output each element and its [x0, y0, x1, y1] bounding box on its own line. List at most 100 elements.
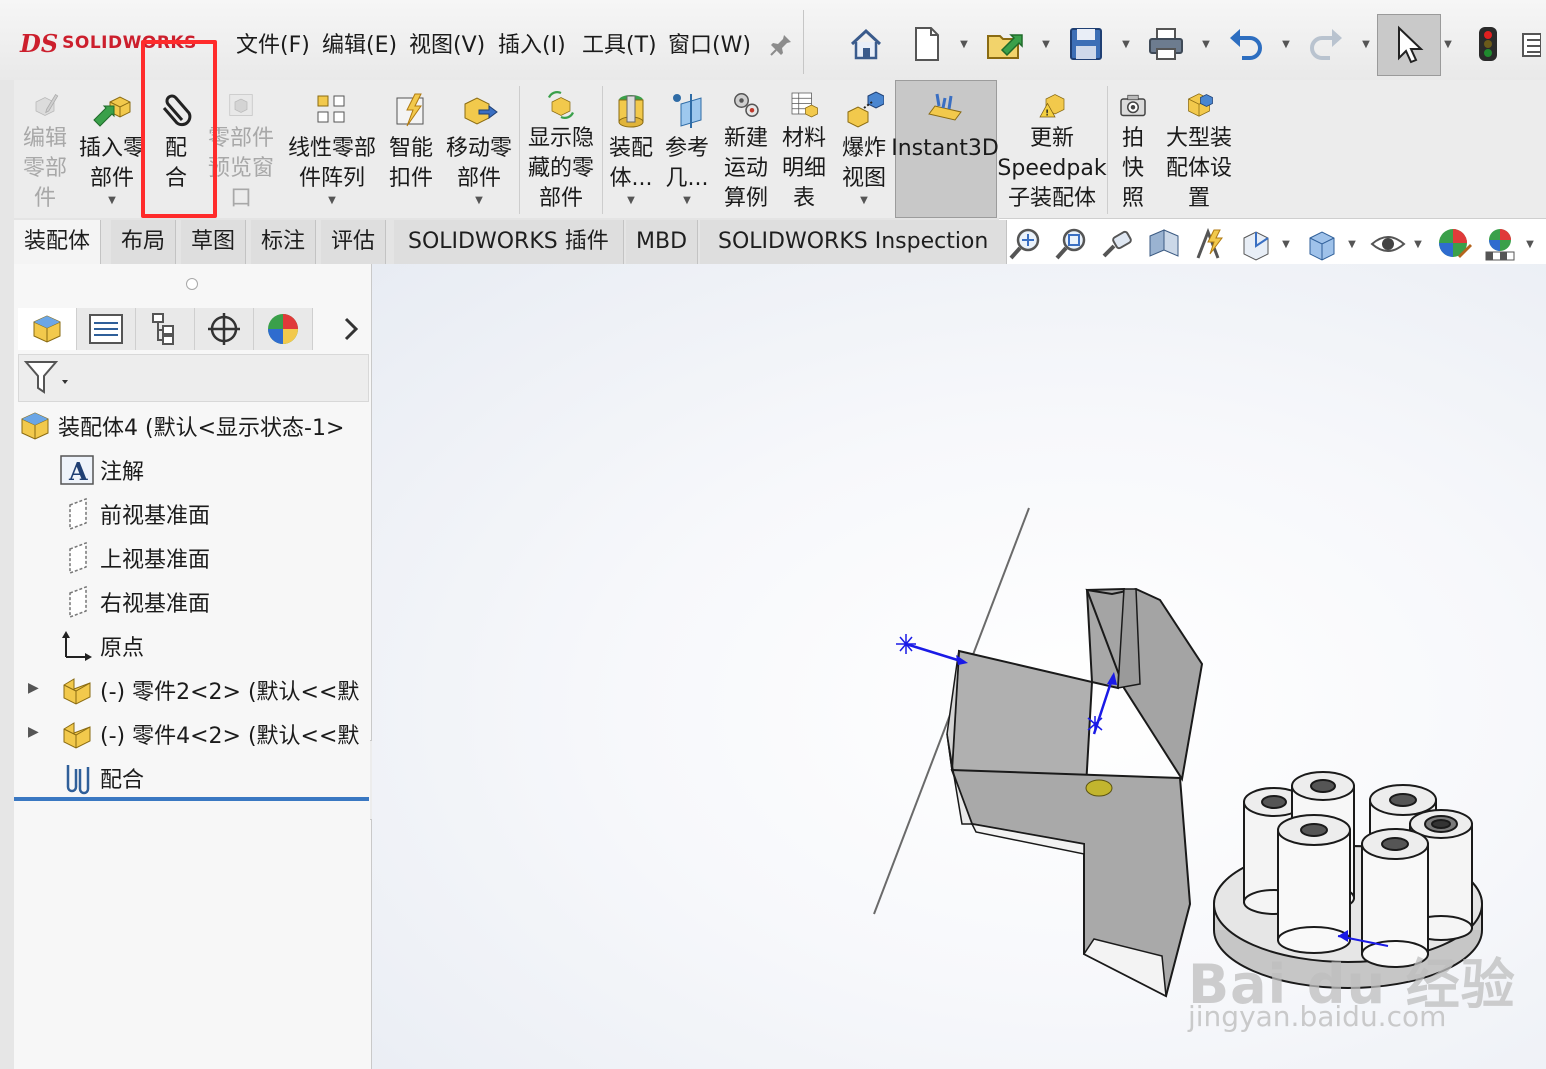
- filter-icon[interactable]: [22, 358, 78, 396]
- new-motion-study-button[interactable]: 新建 运动 算例: [718, 86, 774, 214]
- show-hidden-components-label: 显示隐 藏的零 部件: [527, 126, 594, 211]
- move-component-button[interactable]: 移动零 部件 ▼: [440, 86, 518, 214]
- tree-rollback-bar[interactable]: [14, 797, 369, 801]
- hide-show-dropdown-icon[interactable]: ▼: [1412, 234, 1424, 254]
- tab-solidworks-addins[interactable]: SOLIDWORKS 插件: [394, 220, 624, 264]
- tree-item-right-plane[interactable]: 右视基准面: [60, 584, 370, 620]
- tab-evaluate[interactable]: 评估: [321, 220, 387, 264]
- open-dropdown-icon[interactable]: ▼: [1040, 34, 1052, 54]
- display-style-dropdown-icon[interactable]: ▼: [1346, 234, 1358, 254]
- linear-pattern-dropdown-icon[interactable]: ▼: [328, 196, 336, 206]
- feature-manager-icon[interactable]: [18, 308, 77, 350]
- reference-geometry-icon: [673, 94, 702, 128]
- instant3d-button[interactable]: Instant3D: [891, 86, 999, 214]
- tree-item-top-plane[interactable]: 上视基准面: [60, 540, 370, 576]
- insert-components-dropdown-icon[interactable]: ▼: [108, 196, 116, 206]
- tab-solidworks-inspection[interactable]: SOLIDWORKS Inspection: [700, 220, 1008, 264]
- dimxpert-icon[interactable]: [195, 308, 254, 350]
- show-hidden-icon: [547, 91, 575, 119]
- tree-item-part2[interactable]: (-) 零件2<2> (默认<<默: [60, 672, 370, 708]
- bill-of-materials-label: 材料 明细 表: [781, 126, 826, 211]
- select-cursor-icon[interactable]: [1377, 14, 1441, 76]
- tree-item-part4[interactable]: (-) 零件4<2> (默认<<默: [60, 716, 370, 752]
- tree-root-assembly[interactable]: 装配体4 (默认<显示状态-1>: [18, 408, 370, 444]
- large-assembly-settings-button[interactable]: 大型装 配体设 置: [1158, 86, 1240, 214]
- pin-icon[interactable]: [768, 32, 794, 58]
- apply-scene-dropdown-icon[interactable]: ▼: [1524, 234, 1536, 254]
- assembly-features-dropdown-icon[interactable]: ▼: [627, 196, 635, 206]
- move-component-dropdown-icon[interactable]: ▼: [475, 196, 483, 206]
- menu-window[interactable]: 窗口(W): [668, 28, 751, 64]
- property-manager-icon[interactable]: [77, 308, 136, 350]
- watermark-url: jingyan.baidu.com: [1188, 1000, 1447, 1033]
- update-speedpak-icon: !: [1039, 94, 1065, 118]
- tab-layout[interactable]: 布局: [111, 220, 177, 264]
- exploded-view-dropdown-icon[interactable]: ▼: [860, 196, 868, 206]
- show-hidden-components-button[interactable]: 显示隐 藏的零 部件: [522, 86, 600, 214]
- zoom-area-icon[interactable]: [1052, 224, 1092, 264]
- chevron-right-icon[interactable]: [335, 308, 367, 350]
- smart-fasteners-button[interactable]: 智能 扣件: [384, 86, 438, 214]
- tree-item-mates[interactable]: 配合: [60, 760, 370, 796]
- highlight-box: [141, 40, 217, 218]
- expand-arrow-icon[interactable]: ▶: [28, 680, 39, 696]
- undo-dropdown-icon[interactable]: ▼: [1280, 34, 1292, 54]
- expand-arrow-icon[interactable]: ▶: [28, 724, 39, 740]
- view-orientation-icon[interactable]: [1236, 224, 1276, 264]
- tree-item-origin[interactable]: 原点: [60, 628, 370, 664]
- linear-component-pattern-button[interactable]: 线性零部 件阵列 ▼: [282, 86, 382, 214]
- print-icon[interactable]: [1140, 16, 1192, 72]
- command-separator: [519, 86, 520, 214]
- part-icon: [60, 673, 94, 707]
- options-icon[interactable]: [1512, 16, 1546, 72]
- reference-geometry-dropdown-icon[interactable]: ▼: [683, 196, 691, 206]
- tree-item-label: 右视基准面: [100, 592, 211, 617]
- display-manager-icon[interactable]: [254, 308, 313, 350]
- section-view-icon[interactable]: [1144, 224, 1184, 264]
- undo-icon[interactable]: [1220, 16, 1272, 72]
- new-document-icon[interactable]: [900, 16, 952, 72]
- assembly-features-button[interactable]: 装配 体... ▼: [604, 86, 658, 214]
- print-dropdown-icon[interactable]: ▼: [1200, 34, 1212, 54]
- rebuild-traffic-light-icon[interactable]: [1462, 16, 1514, 72]
- tree-item-front-plane[interactable]: 前视基准面: [60, 496, 370, 532]
- save-dropdown-icon[interactable]: ▼: [1120, 34, 1132, 54]
- display-style-icon[interactable]: [1302, 224, 1342, 264]
- tab-sketch[interactable]: 草图: [181, 220, 247, 264]
- previous-view-icon[interactable]: [1098, 224, 1138, 264]
- tab-markup[interactable]: 标注: [251, 220, 317, 264]
- tree-item-annotations[interactable]: A 注解: [60, 452, 370, 488]
- save-icon[interactable]: [1060, 16, 1112, 72]
- reference-geometry-button[interactable]: 参考 几... ▼: [660, 86, 714, 214]
- select-dropdown-icon[interactable]: ▼: [1442, 34, 1454, 54]
- exploded-view-button[interactable]: 爆炸 视图 ▼: [836, 86, 892, 214]
- menu-file[interactable]: 文件(F): [236, 28, 310, 64]
- view-orientation-dropdown-icon[interactable]: ▼: [1280, 234, 1292, 254]
- take-snapshot-button[interactable]: 拍 快 照: [1108, 86, 1158, 214]
- new-dropdown-icon[interactable]: ▼: [958, 34, 970, 54]
- tab-assembly[interactable]: 装配体: [14, 220, 102, 264]
- part-icon: [60, 717, 94, 751]
- tab-mbd[interactable]: MBD: [626, 220, 699, 264]
- menu-insert[interactable]: 插入(I): [498, 28, 566, 64]
- large-assembly-icon: [1188, 93, 1213, 117]
- home-icon[interactable]: [840, 16, 892, 72]
- update-speedpak-button[interactable]: ! 更新 Speedpak 子装配体: [997, 86, 1107, 214]
- apply-scene-icon[interactable]: [1480, 224, 1520, 264]
- zoom-to-fit-icon[interactable]: [1006, 224, 1046, 264]
- edit-appearance-icon[interactable]: [1434, 224, 1474, 264]
- menu-tools[interactable]: 工具(T): [582, 28, 657, 64]
- open-icon[interactable]: [980, 16, 1032, 72]
- component-preview-window-label: 零部件 预览窗 口: [207, 126, 274, 211]
- insert-components-button[interactable]: 插入零 部件 ▼: [76, 86, 148, 214]
- linear-pattern-icon: [317, 95, 345, 123]
- menu-view[interactable]: 视图(V): [409, 28, 485, 64]
- origin-icon: [60, 629, 94, 663]
- panel-gripper[interactable]: [186, 278, 198, 290]
- bill-of-materials-button[interactable]: 材料 明细 表: [776, 86, 832, 214]
- configuration-manager-icon[interactable]: [136, 308, 195, 350]
- part-l-bracket[interactable]: [946, 587, 1204, 998]
- dynamic-annotation-icon[interactable]: [1190, 224, 1230, 264]
- menu-edit[interactable]: 编辑(E): [322, 28, 397, 64]
- hide-show-icon[interactable]: [1368, 224, 1408, 264]
